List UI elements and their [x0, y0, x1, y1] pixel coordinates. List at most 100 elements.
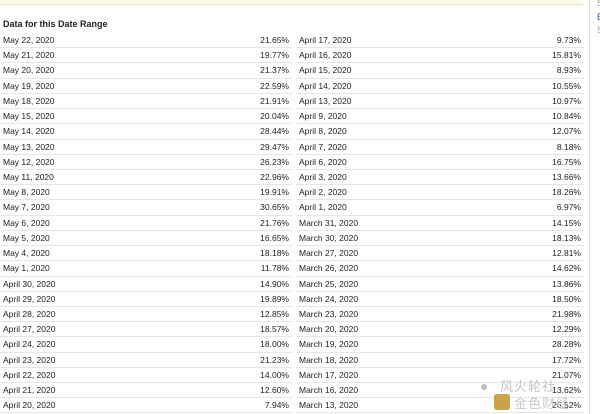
table-row: March 25, 2020 13.86% [296, 277, 584, 292]
row-date: May 13, 2020 [3, 141, 55, 152]
row-date: April 29, 2020 [3, 293, 56, 304]
table-row: April 1, 2020 6.97% [296, 200, 584, 216]
table-row: May 22, 2020 21.65% [0, 33, 292, 49]
table-row: April 24, 2020 18.00% [0, 337, 292, 353]
row-value: 28.28% [552, 339, 581, 350]
table-row: April 17, 2020 9.73% [296, 33, 584, 49]
row-date: April 17, 2020 [299, 35, 352, 45]
row-value: 19.77% [260, 50, 289, 61]
row-date: April 22, 2020 [3, 369, 56, 380]
table-row: April 16, 2020 15.81% [296, 48, 584, 64]
table-row: April 29, 2020 19.89% [0, 292, 292, 307]
row-value: 8.18% [556, 141, 581, 152]
row-date: April 20, 2020 [3, 400, 56, 411]
row-value: 14.15% [552, 217, 581, 228]
row-value: 15.81% [552, 50, 581, 61]
table-row: March 18, 2020 17.72% [296, 353, 584, 368]
row-date: May 18, 2020 [3, 95, 55, 106]
row-value: 10.84% [552, 111, 581, 122]
top-banner-strip [0, 0, 583, 5]
table-row: May 1, 2020 11.78% [0, 261, 292, 277]
row-date: April 21, 2020 [3, 385, 56, 396]
table-row: May 18, 2020 21.91% [0, 94, 292, 110]
table-row: March 24, 2020 18.50% [296, 292, 584, 307]
left-column: May 22, 2020 21.65% May 21, 2020 19.77% May … [0, 33, 292, 414]
row-date: March 26, 2020 [299, 263, 359, 274]
table-row: May 15, 2020 20.04% [0, 109, 292, 125]
row-value: 19.89% [260, 293, 289, 304]
row-value: 14.90% [260, 278, 289, 289]
row-value: 20.04% [260, 111, 289, 122]
table-row: April 20, 2020 7.94% [0, 398, 292, 414]
table-row: April 23, 2020 21.23% [0, 353, 292, 368]
row-value: 17.72% [552, 354, 581, 365]
row-date: April 2, 2020 [299, 187, 347, 198]
table-row: March 26, 2020 14.62% [296, 261, 584, 277]
row-value: 16.65% [260, 232, 289, 243]
row-date: April 28, 2020 [3, 308, 56, 319]
row-date: April 14, 2020 [299, 80, 352, 91]
row-date: April 30, 2020 [3, 278, 56, 289]
row-date: April 13, 2020 [299, 95, 352, 106]
row-value: 18.26% [552, 187, 581, 198]
wechat-icon: ● [480, 378, 489, 394]
row-value: 6.97% [556, 202, 581, 213]
row-value: 21.91% [260, 95, 289, 106]
row-date: April 15, 2020 [299, 65, 352, 76]
row-date: May 4, 2020 [3, 248, 50, 259]
row-value: 19.91% [260, 187, 289, 198]
watermark-logo-icon [494, 394, 510, 410]
row-date: April 16, 2020 [299, 50, 352, 61]
row-date: May 19, 2020 [3, 80, 55, 91]
table-row: April 6, 2020 16.75% [296, 155, 584, 170]
table-row: April 22, 2020 14.00% [0, 368, 292, 384]
row-value: 30.65% [260, 202, 289, 213]
row-value: 7.94% [264, 400, 289, 411]
row-value: 18.57% [260, 324, 289, 335]
row-value: 10.97% [552, 95, 581, 106]
row-value: 18.50% [552, 293, 581, 304]
table-row: April 21, 2020 12.60% [0, 383, 292, 399]
row-date: April 9, 2020 [299, 111, 347, 122]
row-value: 21.23% [260, 354, 289, 365]
row-value: 13.86% [552, 278, 581, 289]
table-row: March 31, 2020 14.15% [296, 216, 584, 231]
row-value: 8.93% [556, 65, 581, 76]
row-value: 21.65% [260, 35, 289, 45]
row-date: May 6, 2020 [3, 217, 50, 228]
row-date: April 23, 2020 [3, 354, 56, 365]
row-date: March 27, 2020 [299, 248, 359, 259]
row-value: 29.47% [260, 141, 289, 152]
row-date: March 19, 2020 [299, 339, 359, 350]
table-row: May 13, 2020 29.47% [0, 140, 292, 155]
table-row: May 8, 2020 19.91% [0, 185, 292, 201]
row-date: May 8, 2020 [3, 187, 50, 198]
table-row: April 2, 2020 18.26% [296, 185, 584, 201]
table-row: May 4, 2020 18.18% [0, 246, 292, 262]
row-date: March 18, 2020 [299, 354, 359, 365]
row-value: 13.66% [552, 171, 581, 182]
row-date: March 31, 2020 [299, 217, 359, 228]
table-row: March 23, 2020 21.98% [296, 307, 584, 323]
row-value: 18.18% [260, 248, 289, 259]
row-value: 11.78% [260, 263, 289, 274]
row-date: March 20, 2020 [299, 324, 359, 335]
data-range-panel: Data for this Date Range [0, 13, 584, 31]
table-row: March 30, 2020 18.13% [296, 231, 584, 247]
table-row: May 19, 2020 22.59% [0, 79, 292, 94]
row-date: April 24, 2020 [3, 339, 56, 350]
row-date: March 30, 2020 [299, 232, 359, 243]
row-value: 10.55% [552, 80, 581, 91]
row-date: March 17, 2020 [299, 369, 359, 380]
table-row: April 13, 2020 10.97% [296, 94, 584, 110]
row-value: 26.23% [260, 156, 289, 167]
row-date: May 21, 2020 [3, 50, 55, 61]
row-date: May 14, 2020 [3, 126, 55, 137]
row-value: 21.98% [552, 308, 581, 319]
row-date: May 12, 2020 [3, 156, 55, 167]
row-date: May 11, 2020 [3, 171, 54, 182]
table-row: April 3, 2020 13.66% [296, 170, 584, 186]
table-row: May 14, 2020 28.44% [0, 124, 292, 140]
row-date: May 5, 2020 [3, 232, 50, 243]
row-value: 12.81% [552, 248, 581, 259]
